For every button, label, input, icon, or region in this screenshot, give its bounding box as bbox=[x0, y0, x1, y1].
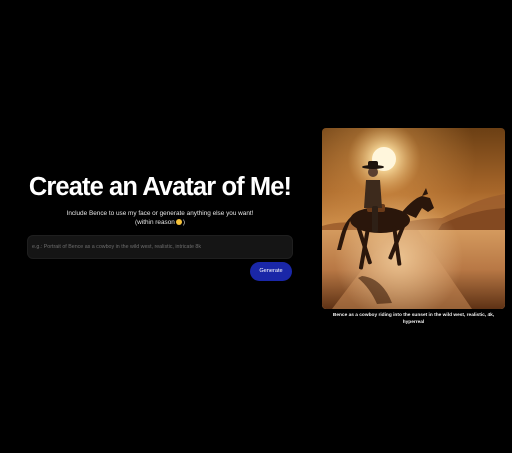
hero-subtitle: Include Bence to use my face or generate… bbox=[27, 210, 293, 227]
page: Create an Avatar of Me! Include Bence to… bbox=[0, 0, 512, 453]
prompt-input[interactable] bbox=[28, 236, 292, 259]
generated-image bbox=[322, 128, 505, 309]
subtitle-line-1: Include Bence to use my face or generate… bbox=[66, 210, 254, 217]
subtitle-line-2: (within reason) bbox=[27, 218, 293, 228]
image-caption: Bence as a cowboy riding into the sunset… bbox=[332, 313, 495, 325]
smiley-emoji-icon bbox=[175, 218, 182, 225]
cowboy-on-horse-sunset-image bbox=[322, 128, 505, 309]
hero-section: Create an Avatar of Me! Include Bence to… bbox=[27, 172, 293, 260]
page-title: Create an Avatar of Me! bbox=[28, 173, 292, 201]
prompt-field-container bbox=[27, 235, 293, 260]
subtitle-line-2-suffix: ) bbox=[182, 218, 185, 226]
generate-button[interactable]: Generate bbox=[250, 262, 292, 281]
subtitle-line-2-prefix: (within reason bbox=[135, 218, 175, 226]
